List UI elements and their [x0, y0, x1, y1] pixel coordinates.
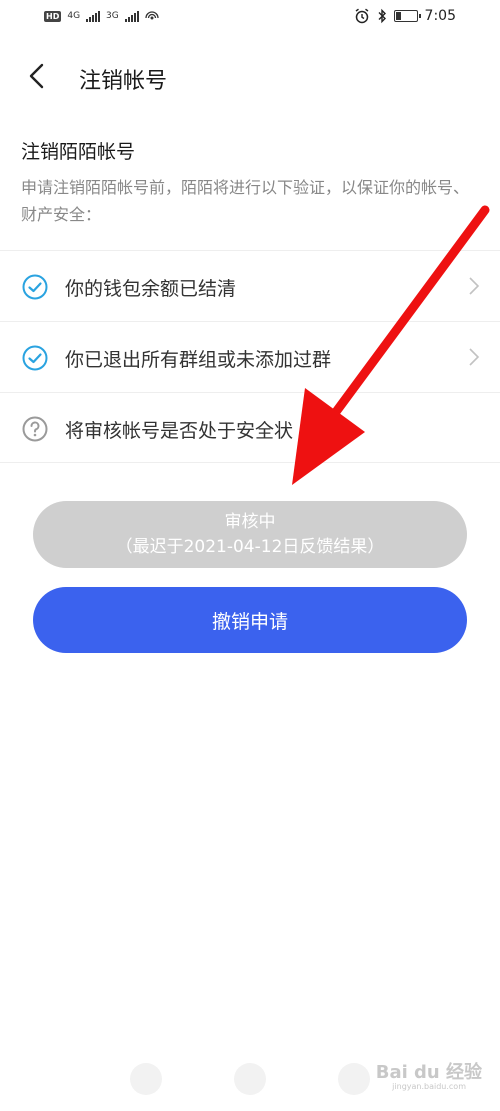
nav-dot	[234, 1063, 266, 1095]
watermark-url: jingyan.baidu.com	[392, 1082, 466, 1091]
review-status-button: 审核中 （最迟于2021-04-12日反馈结果）	[33, 501, 467, 568]
status-left: HD 4G 3G	[44, 9, 159, 23]
cancel-request-button[interactable]: 撤销申请	[33, 587, 467, 653]
hotspot-icon	[145, 11, 159, 20]
question-circle-icon	[22, 416, 48, 442]
review-status-label: 审核中	[224, 511, 276, 532]
cancel-request-label: 撤销申请	[211, 610, 288, 633]
alarm-icon	[355, 8, 368, 24]
check-circle-icon	[22, 345, 48, 371]
check-row-wallet[interactable]: 你的钱包余额已结清	[0, 250, 500, 321]
watermark-logo: Bai du 经验	[375, 1062, 482, 1083]
section-title: 注销陌陌帐号	[21, 141, 136, 163]
back-arrow-icon[interactable]	[26, 63, 48, 89]
check-label: 将审核帐号是否处于安全状	[65, 420, 294, 442]
check-label: 你已退出所有群组或未添加过群	[65, 349, 332, 371]
bluetooth-icon	[378, 8, 386, 24]
chevron-right-icon	[469, 277, 480, 295]
signal-icon	[86, 10, 101, 22]
check-circle-icon	[22, 274, 48, 300]
check-row-groups[interactable]: 你已退出所有群组或未添加过群	[0, 321, 500, 392]
clock: 7:05	[424, 8, 456, 24]
network-3g-label: 3G	[106, 11, 119, 21]
network-4g-label: 4G	[67, 11, 81, 21]
review-deadline-label: （最迟于2021-04-12日反馈结果）	[115, 536, 385, 557]
page-title: 注销帐号	[79, 69, 168, 94]
check-label: 你的钱包余额已结清	[65, 278, 237, 300]
nav-dot	[130, 1063, 162, 1095]
verification-list: 你的钱包余额已结清 你已退出所有群组或未添加过群 将审核帐号是否处于安全状	[0, 250, 500, 463]
signal-icon-2	[124, 10, 139, 22]
screen: HD 4G 3G 7:05 注销帐号 注销陌陌帐号 申请注销陌陌帐号前，陌陌将进…	[0, 0, 500, 1111]
app-header: 注销帐号	[0, 50, 500, 102]
status-right: 7:05	[354, 8, 456, 24]
status-bar: HD 4G 3G 7:05	[0, 0, 500, 36]
chevron-right-icon	[469, 348, 480, 366]
check-row-security: 将审核帐号是否处于安全状	[0, 392, 500, 463]
section-description: 申请注销陌陌帐号前，陌陌将进行以下验证，以保证你的帐号、财产安全：	[21, 178, 470, 224]
hd-icon: HD	[44, 10, 62, 22]
battery-icon	[393, 10, 421, 22]
nav-dot	[338, 1063, 370, 1095]
